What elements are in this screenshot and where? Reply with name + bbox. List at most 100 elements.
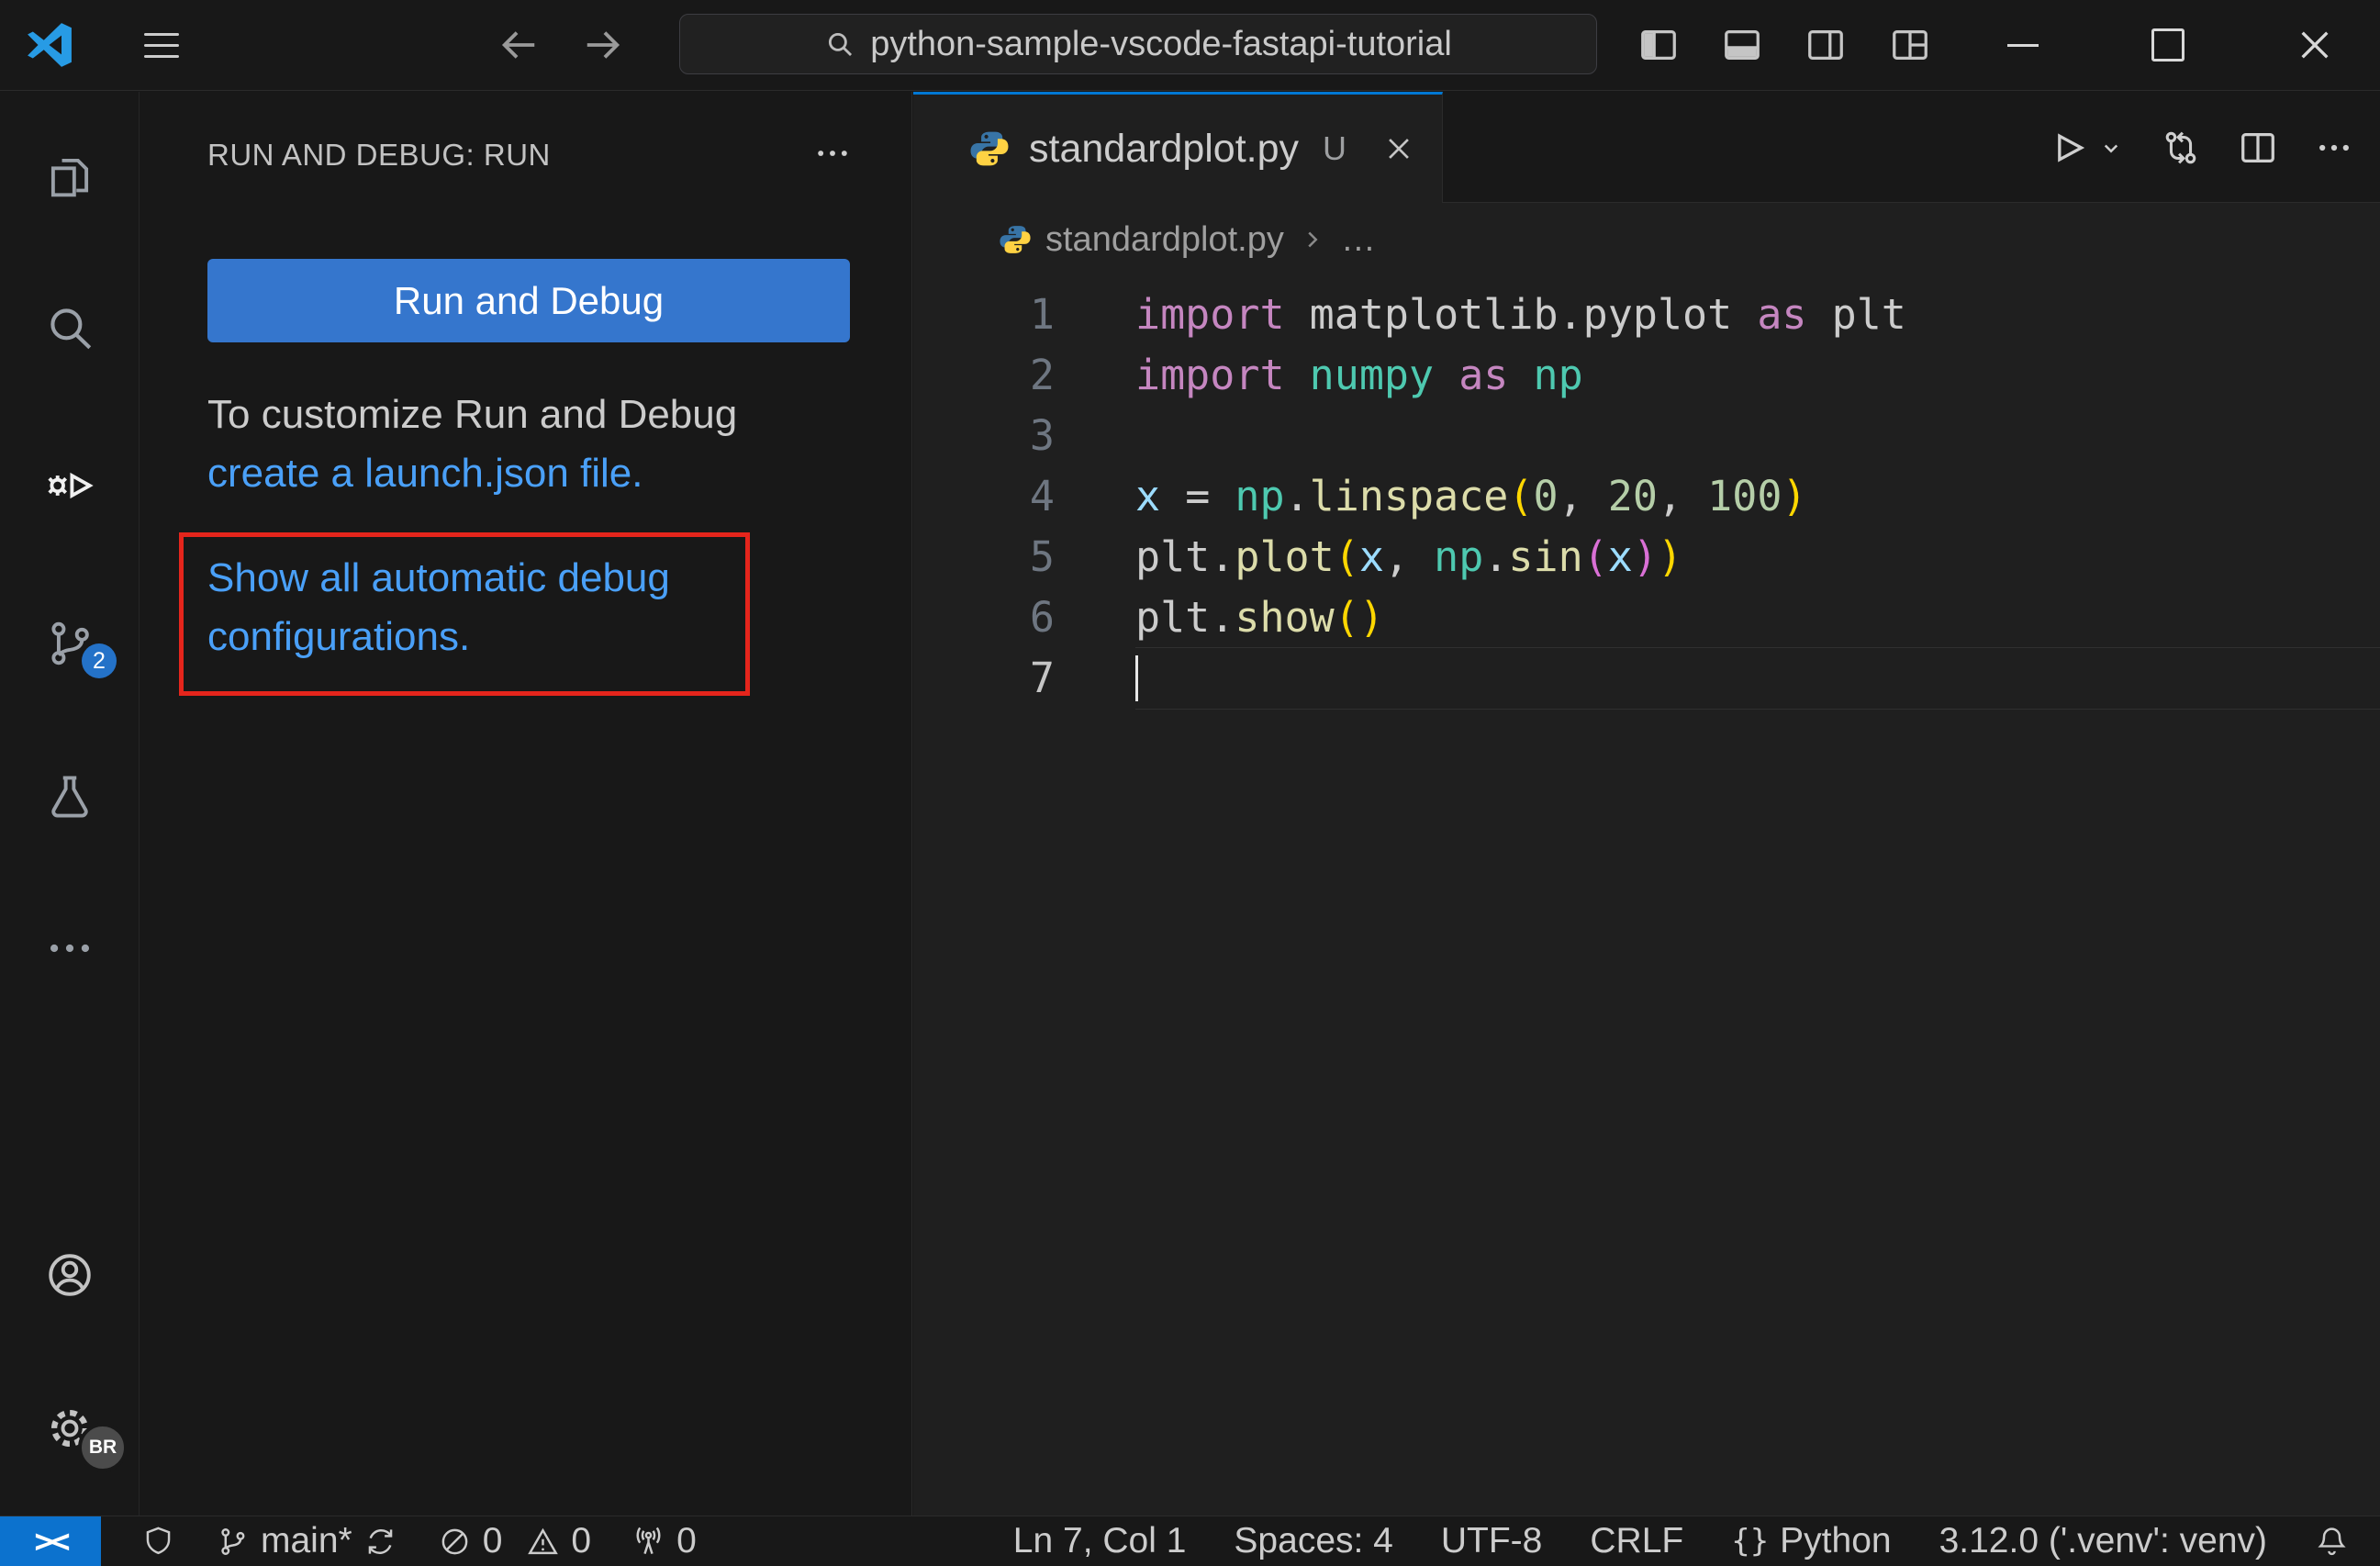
editor-actions (2048, 92, 2354, 203)
launch-json-link[interactable]: create a launch.json file. (207, 451, 643, 496)
editor-more-button[interactable] (2314, 128, 2354, 168)
radio-tower-icon (636, 1527, 661, 1554)
editor-group: standardplot.py U standardplot.py … 1234… (913, 92, 2380, 1516)
sync-icon (368, 1528, 393, 1554)
close-button[interactable] (2291, 0, 2339, 90)
run-and-debug-sidebar: RUN AND DEBUG: RUN Run and Debug To cust… (140, 92, 912, 1516)
back-button[interactable] (496, 0, 542, 90)
branch-icon (221, 1527, 245, 1555)
statusbar-right: Ln 7, Col 1 Spaces: 4 UTF-8 CRLF {} Pytho… (1013, 1521, 2380, 1561)
customize-layout-icon (1893, 29, 1927, 61)
code-line[interactable]: x = np.linspace(0, 20, 100) (1135, 466, 2380, 527)
layout-secondary-sidebar-icon (1808, 29, 1843, 61)
toggle-sidebar-button[interactable] (1636, 0, 1682, 90)
notifications-button[interactable] (2315, 1525, 2349, 1559)
files-icon (50, 158, 88, 197)
line-numbers[interactable]: 1234567 (913, 285, 1055, 709)
python-interpreter[interactable]: 3.12.0 ('.venv': venv) (1939, 1521, 2267, 1561)
maximize-button[interactable] (2144, 0, 2192, 90)
warnings-count: 0 (571, 1521, 592, 1560)
menu-button[interactable] (138, 0, 185, 90)
toggle-panel-button[interactable] (1719, 0, 1765, 90)
run-dropdown-chevron-icon[interactable] (2097, 134, 2125, 162)
shield-icon (146, 1527, 171, 1554)
code-line[interactable]: import matplotlib.pyplot as plt (1135, 285, 2380, 345)
titlebar: python-sample-vscode-fastapi-tutorial (0, 0, 2380, 91)
line-number[interactable]: 7 (913, 648, 1055, 709)
workspace-trust-button[interactable] (141, 1525, 175, 1559)
python-icon (970, 131, 1009, 166)
activity-item-testing[interactable] (0, 751, 139, 843)
remote-button[interactable]: >< (0, 1516, 101, 1566)
ellipsis-icon (50, 944, 89, 953)
cursor-position[interactable]: Ln 7, Col 1 (1013, 1521, 1187, 1561)
sidebar-more-button[interactable] (805, 130, 860, 176)
code-editor[interactable]: 1234567 import matplotlib.pyplot as plt i… (913, 276, 2380, 1516)
run-and-debug-button[interactable]: Run and Debug (207, 259, 850, 342)
encoding[interactable]: UTF-8 (1441, 1521, 1543, 1561)
errors-count: 0 (482, 1521, 503, 1560)
activity-item-more[interactable] (0, 902, 139, 994)
ports-button[interactable]: 0 (631, 1521, 697, 1561)
language-mode[interactable]: {} Python (1731, 1521, 1891, 1561)
activity-item-source-control[interactable]: 2 (0, 598, 139, 689)
search-icon (50, 308, 91, 350)
warnings-icon (528, 1527, 559, 1554)
command-center[interactable]: python-sample-vscode-fastapi-tutorial (679, 14, 1597, 74)
run-debug-icon (47, 472, 94, 499)
code-line[interactable] (1135, 406, 2380, 466)
activity-item-explorer[interactable] (0, 131, 139, 223)
line-number[interactable]: 4 (913, 466, 1055, 527)
code-line[interactable]: plt.show() (1135, 587, 2380, 648)
vscode-logo-icon (24, 0, 75, 90)
problems-button[interactable]: 0 0 (438, 1521, 591, 1561)
ellipsis-icon (818, 151, 847, 156)
code-line[interactable]: import numpy as np (1135, 345, 2380, 406)
activity-item-settings[interactable]: BR (0, 1382, 139, 1474)
activity-item-search[interactable] (0, 282, 139, 374)
profile-badge: BR (78, 1423, 128, 1472)
beaker-icon (50, 776, 88, 818)
activity-item-run-debug[interactable] (0, 440, 139, 531)
eol[interactable]: CRLF (1590, 1521, 1683, 1561)
forward-button[interactable] (580, 0, 626, 90)
sidebar-title: RUN AND DEBUG: RUN (207, 138, 551, 172)
open-changes-button[interactable] (2160, 127, 2202, 169)
statusbar: >< main* 0 0 0 Ln 7, Col 1 Spaces: 4 UTF… (0, 1516, 2380, 1566)
tab-close-button[interactable] (1383, 133, 1414, 164)
breadcrumbs: standardplot.py … (913, 203, 2380, 276)
branch-button[interactable]: main* (216, 1521, 397, 1561)
split-editor-button[interactable] (2237, 127, 2279, 169)
line-number[interactable]: 1 (913, 285, 1055, 345)
maximize-icon (2151, 28, 2184, 62)
editor-tab[interactable]: standardplot.py U (913, 92, 1443, 203)
statusbar-left: >< main* 0 0 0 (0, 1516, 697, 1566)
close-icon (2301, 31, 2329, 59)
run-file-button[interactable] (2048, 128, 2088, 168)
line-number[interactable]: 6 (913, 587, 1055, 648)
line-number[interactable]: 2 (913, 345, 1055, 406)
code-line[interactable]: plt.plot(x, np.sin(x)) (1135, 527, 2380, 587)
layout-panel-icon (1725, 29, 1760, 61)
branch-label: main* (261, 1521, 352, 1560)
line-number[interactable]: 3 (913, 406, 1055, 466)
layout-sidebar-icon (1641, 29, 1676, 61)
activity-bar: 2 BR (0, 92, 140, 1516)
minimize-button[interactable] (1999, 0, 2047, 90)
code-line[interactable] (1135, 648, 2380, 709)
breadcrumb-file[interactable]: standardplot.py (1045, 220, 1284, 260)
toggle-secondary-sidebar-button[interactable] (1803, 0, 1849, 90)
forward-arrow-icon (587, 31, 620, 59)
line-number[interactable]: 5 (913, 527, 1055, 587)
ports-count: 0 (676, 1521, 697, 1560)
braces-icon: {} (1731, 1523, 1770, 1560)
auto-configs-link[interactable]: Show all automatic debug configurations. (207, 549, 721, 666)
code-lines[interactable]: import matplotlib.pyplot as plt import nu… (1135, 285, 2380, 709)
activity-item-account[interactable] (0, 1229, 139, 1321)
python-icon (1000, 226, 1031, 253)
close-icon (1389, 139, 1409, 159)
breadcrumb-more[interactable]: … (1341, 220, 1376, 260)
bell-icon (2318, 1527, 2346, 1555)
customize-layout-button[interactable] (1887, 0, 1933, 90)
indentation[interactable]: Spaces: 4 (1234, 1521, 1392, 1561)
